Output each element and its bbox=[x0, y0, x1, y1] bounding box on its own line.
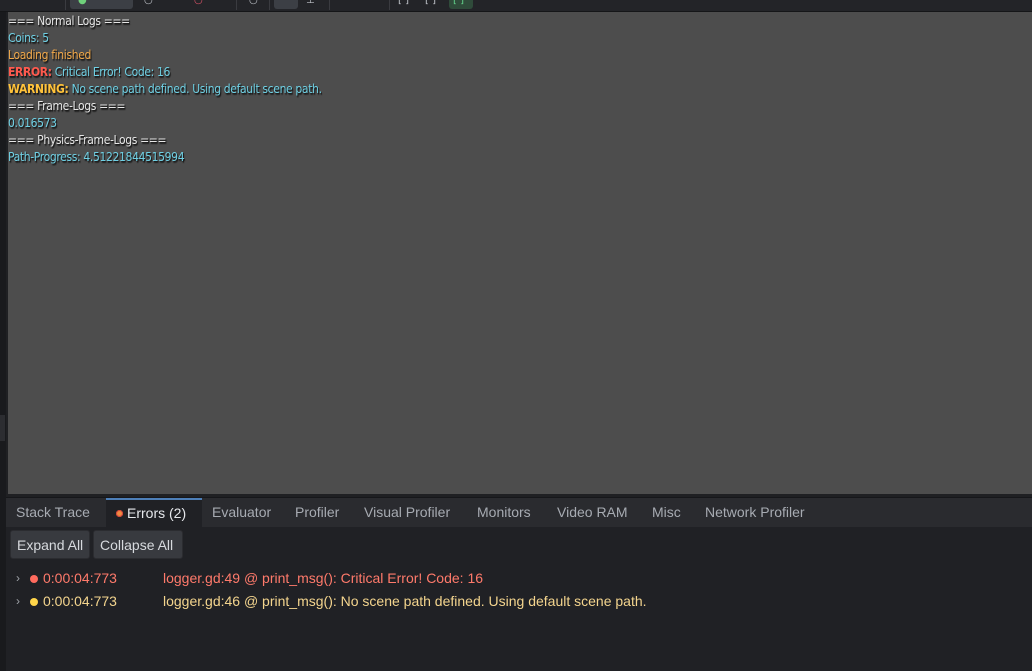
log-line: ERROR: Critical Error! Code: 16 bbox=[8, 64, 322, 81]
more-options-icon[interactable]: · bbox=[369, 0, 372, 6]
warning-icon bbox=[30, 598, 38, 606]
tab-monitors[interactable]: Monitors bbox=[467, 499, 541, 526]
log-line: Loading finished bbox=[8, 47, 322, 64]
select-mode-caret-icon: · bbox=[106, 0, 110, 6]
debugger-panel: Stack Trace Errors (2) Evaluator Profile… bbox=[6, 497, 1032, 671]
toolbar-separator bbox=[269, 0, 270, 10]
tab-errors[interactable]: Errors (2) bbox=[106, 498, 202, 527]
tab-stack-trace[interactable]: Stack Trace bbox=[6, 499, 100, 526]
warning-time: 0:00:04:773 bbox=[43, 593, 117, 609]
smart-snap-button[interactable]: [ ] bbox=[449, 0, 473, 9]
pivot-icon[interactable]: ○ bbox=[249, 0, 258, 6]
error-time: 0:00:04:773 bbox=[43, 570, 117, 586]
toolbar-separator bbox=[389, 0, 390, 10]
chevron-right-icon[interactable]: › bbox=[16, 567, 20, 589]
log-text: ERROR: bbox=[8, 65, 52, 79]
log-text: Critical Error! Code: 16 bbox=[51, 65, 171, 79]
error-row[interactable]: › 0:00:04:773 logger.gd:49 @ print_msg()… bbox=[6, 567, 1032, 589]
game-viewport: === Normal Logs === Coins: 5 Loading finis… bbox=[8, 12, 1032, 494]
debugger-tab-bar: Stack Trace Errors (2) Evaluator Profile… bbox=[6, 497, 1032, 527]
log-text: === Physics-Frame-Logs === bbox=[8, 133, 167, 147]
warning-row[interactable]: › 0:00:04:773 logger.gd:46 @ print_msg()… bbox=[6, 590, 1032, 612]
pan-mode-button[interactable]: · bbox=[274, 0, 298, 9]
log-text: Path-Progress: 4.51221844515994 bbox=[8, 150, 185, 164]
snap-options-icon[interactable]: · bbox=[485, 0, 488, 6]
tab-network-profiler[interactable]: Network Profiler bbox=[695, 499, 815, 526]
log-text: No scene path defined. Using default sce… bbox=[68, 82, 322, 96]
select-mode-icon: ● bbox=[78, 0, 87, 6]
collapse-all-button[interactable]: Collapse All bbox=[93, 530, 183, 559]
pan-icon: · bbox=[282, 0, 286, 6]
tab-misc[interactable]: Misc bbox=[642, 499, 691, 526]
rotate-mode-icon[interactable]: ○ bbox=[194, 0, 203, 6]
warning-message: logger.gd:46 @ print_msg(): No scene pat… bbox=[163, 593, 647, 609]
editor-toolbar: ● · ○ ○ ○ · ⊥ · [ ] [ ] [ ] · bbox=[0, 0, 1032, 12]
toolbar-separator bbox=[65, 0, 66, 10]
log-line: === Frame-Logs === bbox=[8, 98, 322, 115]
toolbar-separator bbox=[236, 0, 237, 10]
log-line: 0.016573 bbox=[8, 115, 322, 132]
log-text: WARNING: bbox=[8, 82, 69, 96]
grid-snap-icon[interactable]: [ ] bbox=[425, 0, 436, 6]
log-line: WARNING: No scene path defined. Using de… bbox=[8, 81, 322, 98]
error-warning-icon bbox=[116, 510, 123, 517]
dock-resize-handle[interactable] bbox=[0, 415, 5, 441]
error-message: logger.gd:49 @ print_msg(): Critical Err… bbox=[163, 570, 484, 586]
log-line: Coins: 5 bbox=[8, 30, 322, 47]
snap-icon[interactable]: [ ] bbox=[398, 0, 409, 6]
log-text: Loading finished bbox=[8, 48, 92, 62]
log-line: === Normal Logs === bbox=[8, 13, 322, 30]
log-line: Path-Progress: 4.51221844515994 bbox=[8, 149, 322, 166]
tab-visual-profiler[interactable]: Visual Profiler bbox=[354, 499, 460, 526]
select-mode-button[interactable]: ● · bbox=[70, 0, 133, 9]
tab-evaluator[interactable]: Evaluator bbox=[202, 499, 281, 526]
tab-profiler[interactable]: Profiler bbox=[285, 499, 349, 526]
log-line: === Physics-Frame-Logs === bbox=[8, 132, 322, 149]
expand-all-button[interactable]: Expand All bbox=[10, 530, 90, 559]
smart-snap-icon: [ ] bbox=[453, 0, 464, 6]
log-text: === Frame-Logs === bbox=[8, 99, 126, 113]
tab-video-ram[interactable]: Video RAM bbox=[547, 499, 638, 526]
error-icon bbox=[30, 575, 38, 583]
on-screen-log: === Normal Logs === Coins: 5 Loading finis… bbox=[8, 13, 322, 166]
ruler-icon[interactable]: ⊥ bbox=[306, 0, 315, 6]
log-text: 0.016573 bbox=[8, 116, 57, 130]
log-text: === Normal Logs === bbox=[8, 14, 130, 28]
chevron-right-icon[interactable]: › bbox=[16, 590, 20, 612]
toolbar-separator bbox=[329, 0, 330, 10]
move-mode-icon[interactable]: ○ bbox=[144, 0, 153, 6]
log-text: Coins: 5 bbox=[8, 31, 49, 45]
